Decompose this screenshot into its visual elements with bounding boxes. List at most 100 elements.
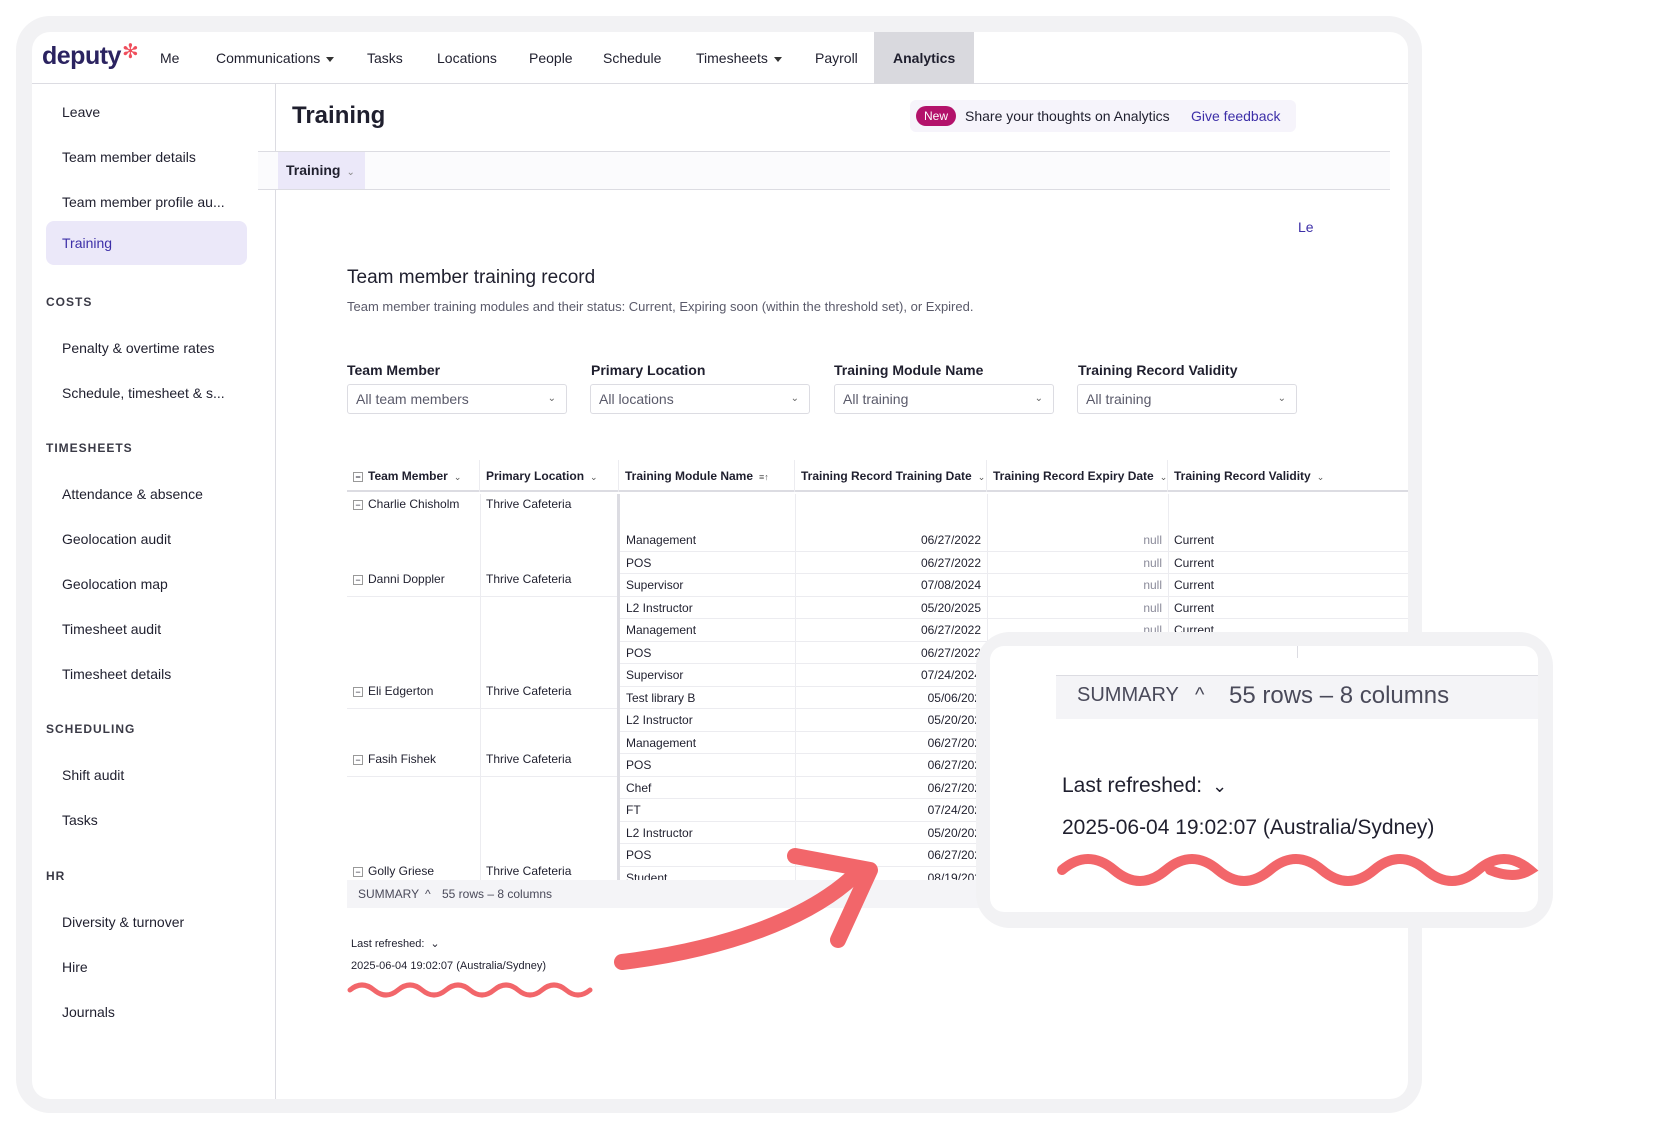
nav-timesheets[interactable]: Timesheets	[696, 32, 782, 84]
nav-payroll[interactable]: Payroll	[815, 32, 858, 84]
table-row-group[interactable]: − Charlie Chisholm	[353, 497, 459, 511]
validity-cell: Current	[1168, 552, 1408, 574]
zoom-callout: SUMMARY ^ 55 rows – 8 columns Last refre…	[990, 646, 1538, 912]
zoom-summary-count: 55 rows – 8 columns	[1229, 682, 1450, 709]
sidebar-item-team-member-details[interactable]: Team member details	[62, 149, 196, 165]
collapse-icon[interactable]: −	[353, 866, 363, 877]
sidebar-item-penalty-overtime[interactable]: Penalty & overtime rates	[62, 340, 215, 356]
sidebar-item-timesheet-details[interactable]: Timesheet details	[62, 666, 171, 682]
table-row-group[interactable]: − Danni Doppler	[353, 572, 445, 586]
table-row-group[interactable]: − Fasih Fishek	[353, 752, 436, 766]
nav-analytics[interactable]: Analytics	[874, 32, 975, 84]
sidebar-item-diversity[interactable]: Diversity & turnover	[62, 914, 184, 930]
sidebar-item-team-member-profile[interactable]: Team member profile au...	[62, 194, 225, 210]
nav-schedule[interactable]: Schedule	[603, 32, 661, 84]
sidebar-item-leave[interactable]: Leave	[62, 104, 100, 120]
column-label: Training Module Name	[625, 469, 754, 483]
filter-label-team-member: Team Member	[347, 362, 441, 378]
zoom-last-refreshed-time: 2025-06-04 19:02:07 (Australia/Sydney)	[1062, 816, 1435, 839]
truncated-link[interactable]: Le	[1298, 219, 1314, 235]
nav-people[interactable]: People	[529, 32, 573, 84]
summary-label: SUMMARY	[358, 887, 420, 901]
feedback-text: Share your thoughts on Analytics	[965, 108, 1170, 124]
sidebar-item-geolocation-map[interactable]: Geolocation map	[62, 576, 168, 592]
table-row-group[interactable]: − Golly Griese	[353, 864, 434, 878]
chevron-up-icon: ^	[1195, 684, 1205, 706]
module-cell: Student	[620, 867, 795, 881]
training-date-cell: 06/27/202	[795, 754, 987, 777]
sidebar-heading-scheduling: SCHEDULING	[46, 722, 136, 736]
module-cell: Chef	[620, 777, 795, 799]
sidebar-item-attendance[interactable]: Attendance & absence	[62, 486, 203, 502]
logo-star-icon: ✻	[121, 41, 139, 63]
table-row-group[interactable]: − Eli Edgerton	[353, 684, 433, 698]
nav-me[interactable]: Me	[160, 32, 179, 84]
training-date-cell: 06/27/202	[795, 844, 987, 867]
logo-text: deputy	[42, 42, 121, 70]
report-tab-bar: Training ⌄	[258, 151, 1390, 190]
zoom-last-refreshed: Last refreshed: ⌄	[1062, 774, 1227, 798]
collapse-icon[interactable]: −	[353, 499, 363, 510]
module-cell: L2 Instructor	[620, 597, 795, 619]
filter-label-validity: Training Record Validity	[1078, 362, 1238, 378]
zoom-summary-label: SUMMARY	[1077, 684, 1179, 706]
column-label: Training Record Expiry Date	[993, 469, 1154, 483]
sidebar-item-geolocation-audit[interactable]: Geolocation audit	[62, 531, 171, 547]
column-label: Training Record Validity	[1174, 469, 1311, 483]
nav-me-label: Me	[160, 50, 180, 66]
sidebar-item-journals[interactable]: Journals	[62, 1004, 115, 1020]
sidebar-item-training[interactable]: Training	[46, 221, 247, 265]
training-date-cell: 05/20/202	[795, 822, 987, 844]
top-navigation: deputy✻ Me Communications Tasks Location…	[32, 32, 1408, 84]
column-header-primary-location[interactable]: Primary Location ⌄	[480, 460, 619, 492]
training-date-cell: 05/20/202	[795, 709, 987, 732]
last-refreshed[interactable]: Last refreshed: ⌄	[351, 937, 440, 950]
team-member-name: Danni Doppler	[368, 572, 445, 586]
sidebar-item-schedule-timesheet[interactable]: Schedule, timesheet & s...	[62, 385, 225, 401]
column-header-team-member[interactable]: − Team Member ⌄	[347, 460, 480, 492]
sidebar-heading-hr: HR	[46, 869, 66, 883]
chevron-down-icon: ⌄	[1316, 472, 1325, 482]
validity-select[interactable]: All training ⌄	[1077, 384, 1297, 414]
tab-training[interactable]: Training ⌄	[278, 152, 365, 189]
group-separator	[347, 709, 617, 777]
training-date-cell: 06/27/2022	[795, 529, 987, 552]
column-header-training-module[interactable]: Training Module Name ≡↑	[619, 460, 795, 492]
collapse-icon[interactable]: −	[353, 471, 363, 482]
nav-tasks-label: Tasks	[367, 50, 403, 66]
chevron-down-icon: ⌄	[453, 472, 462, 482]
module-cell: L2 Instructor	[620, 822, 795, 844]
collapse-icon[interactable]: −	[353, 686, 363, 697]
nav-people-label: People	[529, 50, 573, 66]
expiry-date-cell: null	[987, 529, 1168, 552]
give-feedback-link[interactable]: Give feedback	[1191, 108, 1281, 124]
validity-cell: Current	[1168, 574, 1408, 597]
team-member-name: Fasih Fishek	[368, 752, 437, 766]
last-refreshed-time: 2025-06-04 19:02:07 (Australia/Sydney)	[351, 960, 547, 972]
sidebar-item-hire[interactable]: Hire	[62, 959, 88, 975]
nav-schedule-label: Schedule	[603, 50, 662, 66]
collapse-icon[interactable]: −	[353, 754, 363, 765]
chevron-down-icon: ⌄	[346, 167, 355, 178]
nav-tasks[interactable]: Tasks	[367, 32, 403, 84]
sidebar-item-timesheet-audit[interactable]: Timesheet audit	[62, 621, 161, 637]
deputy-logo[interactable]: deputy✻	[42, 41, 139, 71]
column-header-training-date[interactable]: Training Record Training Date ⌄	[795, 460, 987, 492]
location-cell: Thrive Cafeteria	[486, 684, 572, 698]
training-module-select[interactable]: All training ⌄	[834, 384, 1054, 414]
column-label: Team Member	[368, 469, 448, 483]
nav-communications[interactable]: Communications	[216, 32, 335, 84]
sidebar-item-tasks[interactable]: Tasks	[62, 812, 98, 828]
tab-training-label: Training	[286, 162, 341, 178]
page-title: Training	[292, 102, 386, 129]
nav-locations[interactable]: Locations	[437, 32, 497, 84]
primary-location-select[interactable]: All locations ⌄	[590, 384, 810, 414]
column-header-validity[interactable]: Training Record Validity ⌄	[1168, 460, 1408, 492]
team-member-select[interactable]: All team members ⌄	[347, 384, 567, 414]
training-date-cell: 07/24/202	[795, 799, 987, 822]
column-header-expiry-date[interactable]: Training Record Expiry Date ⌄	[987, 460, 1168, 492]
module-cell: POS	[620, 754, 795, 777]
chevron-down-icon: ⌄	[977, 472, 986, 482]
collapse-icon[interactable]: −	[353, 574, 363, 585]
sidebar-item-shift-audit[interactable]: Shift audit	[62, 767, 124, 783]
